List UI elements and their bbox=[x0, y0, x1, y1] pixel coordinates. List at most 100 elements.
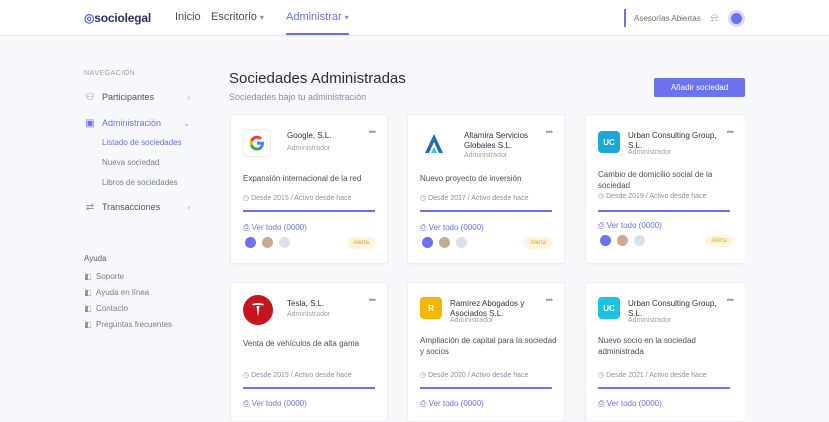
company-card[interactable]: Google, S.L. Administrador ••• Expansión… bbox=[230, 114, 388, 264]
help-item-ayuda[interactable]: ◧ Ayuda en línea bbox=[84, 284, 196, 300]
nav-escritorio[interactable]: Escritorio ▾ bbox=[211, 11, 264, 23]
documents-link[interactable]: ⎙ Ver todo (0000) bbox=[598, 399, 662, 409]
team-avatars bbox=[420, 235, 469, 250]
avatar[interactable] bbox=[632, 233, 647, 248]
users-icon: ⚇ bbox=[85, 91, 95, 103]
team-avatars bbox=[243, 235, 292, 250]
calendar-icon: ◷ bbox=[598, 193, 607, 200]
briefcase-icon: ▣ bbox=[85, 117, 95, 129]
sidebar-subitem-libros[interactable]: Libros de sociedades bbox=[102, 172, 196, 192]
more-options-icon[interactable]: ••• bbox=[546, 127, 554, 137]
avatar[interactable] bbox=[615, 233, 630, 248]
status-badge: Alerta bbox=[524, 237, 552, 249]
company-date-text: Desde 2021 / Activo desde hace bbox=[606, 372, 707, 379]
progress-bar bbox=[420, 210, 552, 212]
more-options-icon[interactable]: ••• bbox=[727, 295, 735, 305]
avatar[interactable] bbox=[454, 235, 469, 250]
documents-label: Ver todo (0000) bbox=[251, 223, 307, 232]
documents-label: Ver todo (0000) bbox=[606, 399, 662, 408]
sidebar-item-participantes[interactable]: ⚇ Participantes › bbox=[84, 88, 196, 106]
documents-link[interactable]: ⎙ Ver todo (0000) bbox=[243, 399, 307, 409]
avatar[interactable] bbox=[243, 235, 258, 250]
more-options-icon[interactable]: ••• bbox=[369, 295, 377, 305]
sidebar: NAVEGACIÓN ⚇ Participantes › ▣ Administr… bbox=[84, 70, 196, 332]
help-item-label: Soporte bbox=[96, 271, 125, 281]
documents-link[interactable]: ⎙ Ver todo (0000) bbox=[420, 223, 484, 233]
progress-bar bbox=[243, 387, 375, 389]
documents-label: Ver todo (0000) bbox=[428, 223, 484, 232]
help-item-label: Contacto bbox=[96, 303, 129, 313]
company-card[interactable]: UC Urban Consulting Group, S.L. Administ… bbox=[585, 282, 745, 422]
help-item-faq[interactable]: ◧ Preguntas frecuentes bbox=[84, 316, 196, 332]
avatar[interactable] bbox=[420, 235, 435, 250]
company-role: Administrador bbox=[628, 317, 672, 324]
company-description: Venta de vehículos de alta gama bbox=[243, 339, 360, 348]
company-role: Administrador bbox=[287, 311, 331, 318]
nav-inicio[interactable]: Inicio bbox=[175, 11, 201, 23]
document-icon: ⎙ bbox=[420, 399, 429, 408]
company-date: ◷ Desde 2021 / Activo desde hace bbox=[598, 371, 706, 379]
chevron-down-icon: ⌄ bbox=[183, 118, 190, 128]
company-date-text: Desde 2020 / Activo desde hace bbox=[428, 372, 529, 379]
tesla-t-icon bbox=[252, 303, 264, 317]
page-subtitle: Sociedades bajo tu administración bbox=[229, 92, 367, 102]
company-description: Ampliación de capital para la sociedad y… bbox=[420, 336, 557, 356]
document-icon: ⎙ bbox=[243, 399, 252, 408]
company-card[interactable]: Altamira Servicios Globales S.L. Adminis… bbox=[407, 114, 565, 264]
company-name: Urban Consulting Group, S.L. bbox=[628, 299, 717, 318]
open-advisories-label: Asesorías Abiertas bbox=[634, 13, 701, 23]
sidebar-subitem-nueva[interactable]: Nueva sociedad bbox=[102, 152, 196, 172]
company-card[interactable]: UC Urban Consulting Group, S.L. Administ… bbox=[585, 114, 745, 264]
calendar-icon: ◷ bbox=[420, 195, 429, 202]
company-date: ◷ Desde 2020 / Activo desde hace bbox=[420, 371, 528, 379]
google-logo-icon bbox=[243, 129, 271, 157]
help-item-soporte[interactable]: ◧ Soporte bbox=[84, 268, 196, 284]
bell-icon[interactable]: ⍾ bbox=[711, 12, 718, 25]
documents-link[interactable]: ⎙ Ver todo (0000) bbox=[420, 399, 484, 409]
company-description: Expansión internacional de la red bbox=[243, 174, 362, 183]
sidebar-item-label: Participantes bbox=[102, 92, 155, 102]
nav-escritorio-label: Escritorio bbox=[211, 11, 257, 23]
brand-logo[interactable]: ◎sociolegal bbox=[84, 11, 151, 25]
company-description: Nuevo socio en la sociedad administrada bbox=[598, 336, 696, 356]
more-options-icon[interactable]: ••• bbox=[546, 295, 554, 305]
sidebar-subitem-listado[interactable]: Listado de sociedades bbox=[102, 132, 196, 152]
avatar[interactable] bbox=[277, 235, 292, 250]
google-g-icon bbox=[249, 135, 264, 151]
company-name: Google, S.L. bbox=[287, 131, 332, 140]
sidebar-item-transacciones[interactable]: ⇄ Transacciones › bbox=[84, 198, 196, 216]
user-avatar[interactable] bbox=[728, 9, 745, 27]
avatar[interactable] bbox=[260, 235, 275, 250]
document-icon: ⎙ bbox=[598, 221, 607, 230]
company-name: Urban Consulting Group, S.L. bbox=[628, 131, 717, 150]
documents-link[interactable]: ⎙ Ver todo (0000) bbox=[243, 223, 307, 233]
avatar[interactable] bbox=[437, 235, 452, 250]
more-options-icon[interactable]: ••• bbox=[727, 127, 735, 137]
company-date: ◷ Desde 2019 / Activo desde hace bbox=[598, 192, 706, 200]
company-card[interactable]: Tesla, S.L. Administrador ••• Venta de v… bbox=[230, 282, 388, 422]
progress-bar bbox=[420, 387, 552, 389]
documents-link[interactable]: ⎙ Ver todo (0000) bbox=[598, 221, 662, 231]
sidebar-item-label: Administración bbox=[102, 118, 162, 128]
company-date-text: Desde 2019 / Activo desde hace bbox=[251, 372, 352, 379]
mountain-icon bbox=[425, 134, 443, 153]
sidebar-section-title: NAVEGACIÓN bbox=[84, 70, 136, 77]
company-name: Tesla, S.L. bbox=[287, 299, 325, 308]
open-advisories-link[interactable]: Asesorías Abiertas bbox=[624, 9, 701, 27]
add-company-button[interactable]: Añadir sociedad bbox=[654, 78, 745, 97]
chevron-right-icon: › bbox=[187, 202, 190, 212]
help-item-contacto[interactable]: ◧ Contacto bbox=[84, 300, 196, 316]
company-logo-icon: UC bbox=[598, 297, 620, 319]
company-date: ◷ Desde 2019 / Activo desde hace bbox=[243, 371, 351, 379]
brand-name: sociolegal bbox=[94, 11, 151, 25]
more-options-icon[interactable]: ••• bbox=[369, 127, 377, 137]
chevron-right-icon: › bbox=[187, 92, 190, 102]
company-description: Nuevo proyecto de inversión bbox=[420, 174, 522, 183]
calendar-icon: ◷ bbox=[243, 372, 252, 379]
nav-administrar[interactable]: Administrar ▾ bbox=[286, 11, 349, 35]
avatar[interactable] bbox=[598, 233, 613, 248]
sidebar-item-administracion[interactable]: ▣ Administración ⌄ bbox=[84, 114, 196, 132]
company-card[interactable]: R Ramírez Abogados y Asociados S.L. Admi… bbox=[407, 282, 565, 422]
calendar-icon: ◷ bbox=[598, 372, 607, 379]
company-role: Administrador bbox=[628, 149, 672, 156]
